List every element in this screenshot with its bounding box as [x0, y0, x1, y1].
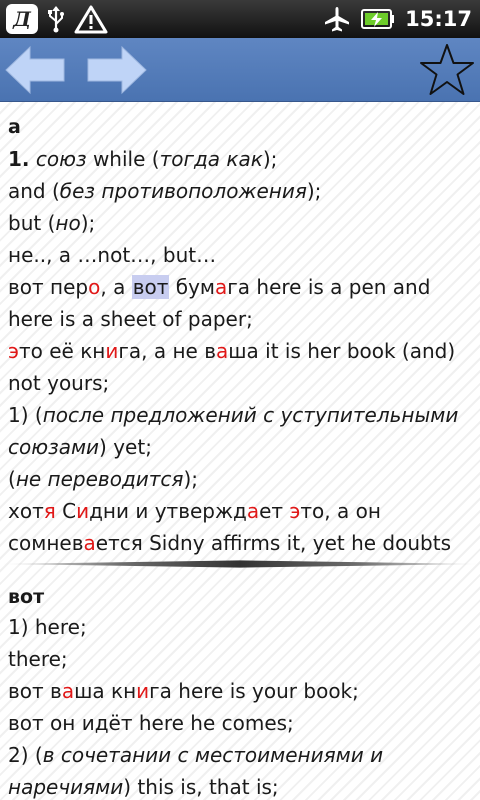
article-line: хотя Сидни и утверждает это, а он — [8, 499, 381, 523]
headword: вот — [8, 586, 45, 608]
system-icons: 15:17 — [323, 0, 472, 38]
arrow-right-icon[interactable] — [84, 44, 148, 96]
article-line: 1) here; — [8, 615, 87, 639]
article-line: (не переводится); — [8, 467, 199, 491]
article-line: not yours; — [8, 371, 110, 395]
clock: 15:17 — [405, 7, 472, 31]
article-line: 2) (в сочетании с местоимениями и — [8, 743, 384, 767]
article-line: сомневается Sidny affirms it, yet he dou… — [8, 531, 451, 555]
dictionary-app-icon: Д — [6, 4, 38, 34]
article-line: 1. союз while (тогда как); — [8, 147, 278, 171]
article-line: это её книга, а не ваша it is her book (… — [8, 339, 456, 363]
dictionary-article-vot: вот 1) here; there; вот ваша книга here … — [0, 568, 480, 800]
headword: а — [8, 116, 21, 138]
article-line: вот он идёт here he comes; — [8, 711, 294, 735]
status-bar: Д 15:17 — [0, 0, 480, 38]
article-line: there; — [8, 647, 68, 671]
article-line: вот перо, а вот бумага here is a pen and — [8, 275, 431, 299]
toolbar — [0, 38, 480, 102]
airplane-mode-icon — [325, 7, 350, 32]
article-line: вот ваша книга here is your book; — [8, 679, 359, 703]
warning-icon — [74, 5, 108, 34]
search-highlight[interactable]: вот — [131, 275, 170, 299]
article-line: 1) (после предложений с уступительными — [8, 403, 459, 427]
notification-icons: Д — [6, 3, 108, 35]
article-line: and (без противоположения); — [8, 179, 322, 203]
article-line: союзами) yet; — [8, 435, 152, 459]
usb-icon — [48, 6, 64, 33]
dictionary-article-a: а 1. союз while (тогда как); and (без пр… — [0, 103, 480, 559]
arrow-left-icon[interactable] — [4, 44, 68, 96]
article-line: but (но); — [8, 211, 96, 235]
article-line: не.., а …not…, but… — [8, 243, 217, 267]
battery-charging-icon — [361, 9, 395, 29]
article-line: here is a sheet of paper; — [8, 307, 253, 331]
star-outline-icon[interactable] — [418, 42, 476, 98]
article-line: наречиями) this is, that is; — [8, 775, 279, 799]
